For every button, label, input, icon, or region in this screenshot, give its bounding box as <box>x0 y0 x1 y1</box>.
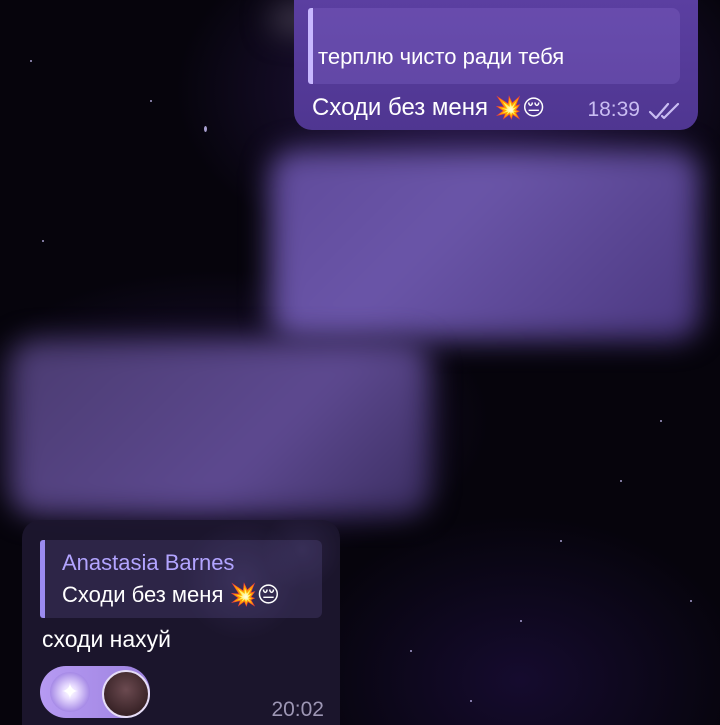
quote-body: Сходи без меня <box>62 582 224 607</box>
message-body: Сходи без меня <box>312 94 489 121</box>
star-decoration <box>42 240 44 242</box>
avatar[interactable] <box>102 670 150 718</box>
star-decoration <box>690 600 692 602</box>
reply-accent-bar <box>308 8 313 84</box>
message-emoji: 💥😔 <box>494 95 546 120</box>
reaction-pill[interactable]: ✦ <box>40 666 150 718</box>
message-time: 20:02 <box>271 698 324 721</box>
message-time: 18:39 <box>587 98 640 121</box>
quote-author-name: Anastasia Barnes <box>62 550 235 575</box>
sparkle-icon: ✦ <box>50 672 90 712</box>
star-decoration <box>560 540 562 542</box>
reply-quote-text: терплю чисто ради тебя <box>318 44 565 69</box>
redacted-area <box>10 340 430 515</box>
quote-emoji: 💥😔 <box>229 582 280 607</box>
star-decoration <box>204 126 207 132</box>
redacted-area <box>270 150 700 340</box>
star-decoration <box>660 420 662 422</box>
message-text: сходи нахуй <box>42 626 172 652</box>
message-text: Сходи без меня 💥😔 <box>312 94 545 122</box>
quote-text: Сходи без меня 💥😔 <box>62 582 280 608</box>
star-decoration <box>520 620 522 622</box>
double-check-icon <box>648 102 680 120</box>
reply-accent-bar <box>40 540 45 618</box>
star-decoration <box>150 100 152 102</box>
reply-quote[interactable]: Anastasia Barnes Сходи без меня 💥😔 <box>40 540 322 618</box>
incoming-message-bubble[interactable]: Anastasia Barnes Сходи без меня 💥😔 сходи… <box>22 520 340 725</box>
star-decoration <box>620 480 622 482</box>
outgoing-message-bubble[interactable]: терплю чисто ради тебя Сходи без меня 💥😔… <box>294 0 698 130</box>
star-decoration <box>410 650 412 652</box>
star-decoration <box>470 700 472 702</box>
star-decoration <box>30 60 32 62</box>
